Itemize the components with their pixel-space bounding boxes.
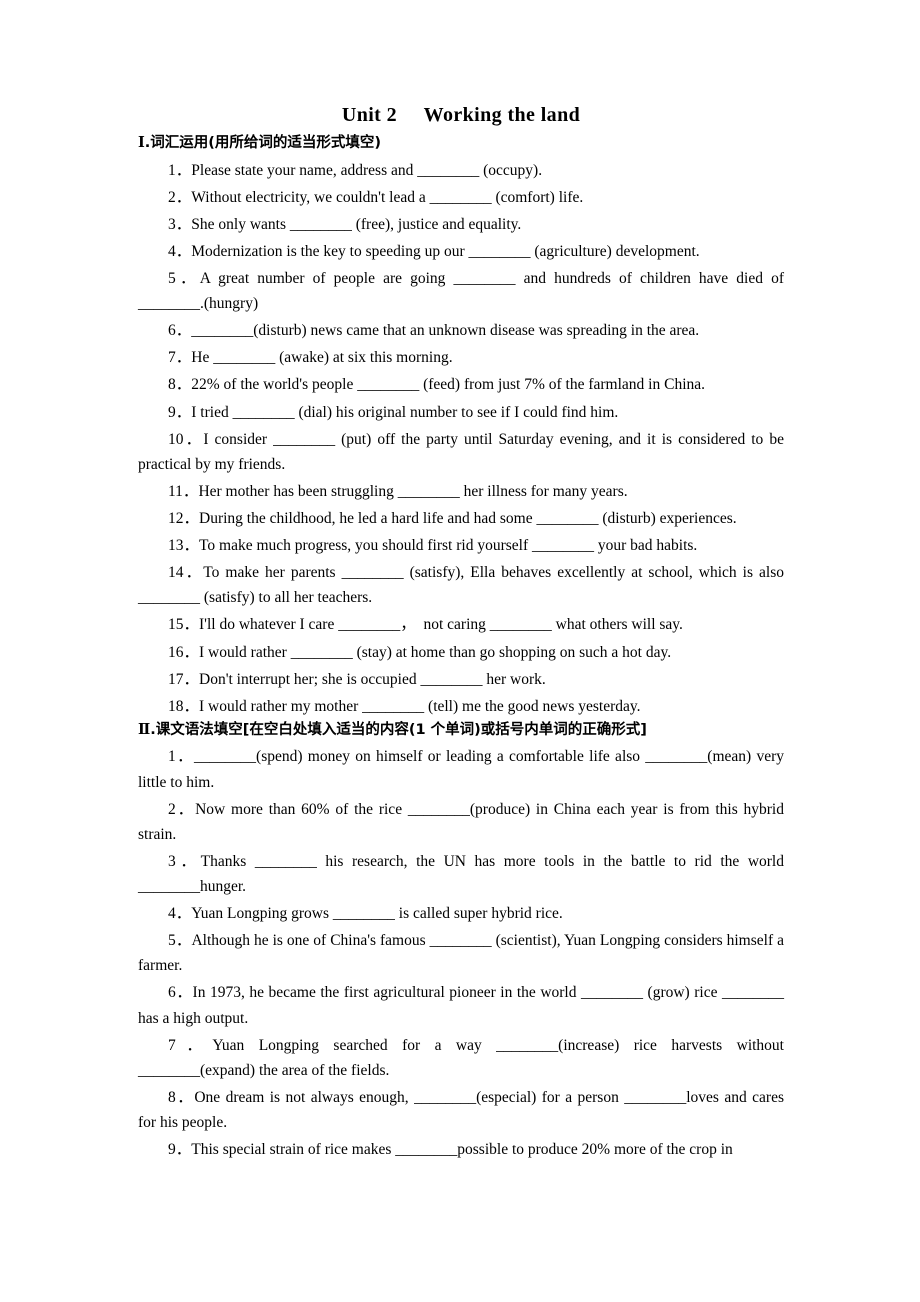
question-item: 7．Yuan Longping searched for a way _____…: [138, 1033, 784, 1083]
question-text: Don't interrupt her; she is occupied ___…: [199, 670, 546, 688]
question-item: 3．Thanks ________ his research, the UN h…: [138, 849, 784, 899]
grammar-question-list: 1．________(spend) money on himself or le…: [138, 744, 784, 1162]
question-item: 9．I tried ________ (dial) his original n…: [138, 400, 784, 425]
question-item: 5．Although he is one of China's famous _…: [138, 928, 784, 978]
question-text: ________(disturb) news came that an unkn…: [191, 322, 700, 340]
question-item: 18．I would rather my mother ________ (te…: [138, 694, 784, 719]
question-item: 16．I would rather ________ (stay) at hom…: [138, 640, 784, 665]
question-text: ________(spend) money on himself or lead…: [138, 748, 788, 791]
question-item: 1．________(spend) money on himself or le…: [138, 744, 784, 794]
question-item: 12．During the childhood, he led a hard l…: [138, 506, 784, 531]
question-item: 13．To make much progress, you should fir…: [138, 533, 784, 558]
question-text: Now more than 60% of the rice ________(p…: [138, 800, 788, 843]
question-number: 12．: [168, 509, 200, 527]
section-heading-grammar: Ⅱ.课文语法填空[在空白处填入适当的内容(1 个单词)或括号内单词的正确形式]: [138, 721, 784, 741]
question-text: During the childhood, he led a hard life…: [199, 509, 737, 527]
question-number: 4．: [168, 905, 192, 923]
section-heading-label-two: .课文语法填空[在空白处填入适当的内容(1 个单词)或括号内单词的正确形式]: [150, 721, 647, 738]
question-text: I consider ________ (put) off the party …: [138, 430, 788, 473]
document-content: Unit 2 Working the land Ⅰ.词汇运用(用所给词的适当形式…: [138, 104, 784, 1164]
question-number: 16．: [168, 643, 200, 661]
question-item: 17．Don't interrupt her; she is occupied …: [138, 667, 784, 692]
question-text: Her mother has been struggling ________ …: [198, 482, 628, 500]
question-text: She only wants ________ (free), justice …: [191, 215, 522, 233]
question-number: 2．: [168, 800, 196, 818]
question-number: 15．: [168, 616, 200, 634]
question-text: A great number of people are going _____…: [138, 270, 788, 313]
question-number: 2．: [168, 188, 192, 206]
question-item: 15．I'll do whatever I care ________， not…: [138, 612, 784, 637]
question-number: 8．: [168, 376, 192, 394]
question-item: 14．To make her parents ________ (satisfy…: [138, 560, 784, 610]
question-number: 7．: [168, 1036, 213, 1054]
question-text: One dream is not always enough, ________…: [138, 1088, 788, 1131]
section-heading-vocabulary: Ⅰ.词汇运用(用所给词的适当形式填空): [138, 134, 784, 154]
question-item: 4．Yuan Longping grows ________ is called…: [138, 901, 784, 926]
question-item: 4．Modernization is the key to speeding u…: [138, 239, 784, 264]
question-text: I tried ________ (dial) his original num…: [191, 403, 619, 421]
question-number: 1．: [168, 748, 195, 766]
question-number: 17．: [168, 670, 200, 688]
question-number: 8．: [168, 1088, 195, 1106]
vocabulary-question-list: 1．Please state your name, address and __…: [138, 158, 784, 719]
question-item: 2．Without electricity, we couldn't lead …: [138, 185, 784, 210]
question-item: 6．________(disturb) news came that an un…: [138, 318, 784, 343]
page-title: Unit 2 Working the land: [341, 104, 581, 126]
question-number: 10．: [168, 430, 204, 448]
question-text: Please state your name, address and ____…: [191, 161, 543, 179]
question-number: 18．: [168, 697, 200, 715]
section-numeral-two: Ⅱ: [138, 721, 151, 738]
section-heading-label-one: .词汇运用(用所给词的适当形式填空): [144, 135, 382, 151]
question-number: 1．: [168, 161, 192, 179]
question-item: 3．She only wants ________ (free), justic…: [138, 212, 784, 237]
question-text: To make much progress, you should first …: [199, 537, 698, 555]
question-item: 7．He ________ (awake) at six this mornin…: [138, 345, 784, 370]
question-text: In 1973, he became the first agricultura…: [138, 984, 788, 1027]
question-item: 11．Her mother has been struggling ______…: [138, 479, 784, 504]
question-item: 8．22% of the world's people ________ (fe…: [138, 372, 784, 397]
question-number: 4．: [168, 242, 192, 260]
question-text: Modernization is the key to speeding up …: [191, 242, 700, 260]
question-item: 5．A great number of people are going ___…: [138, 266, 784, 316]
question-text: This special strain of rice makes ______…: [191, 1141, 733, 1159]
question-text: Yuan Longping grows ________ is called s…: [191, 905, 563, 923]
question-number: 9．: [168, 403, 192, 421]
question-item: 10．I consider ________ (put) off the par…: [138, 427, 784, 477]
question-number: 9．: [168, 1141, 192, 1159]
question-number: 3．: [168, 215, 192, 233]
question-number: 7．: [168, 349, 192, 367]
question-text: Although he is one of China's famous ___…: [138, 932, 788, 975]
question-item: 1．Please state your name, address and __…: [138, 158, 784, 183]
question-text: I would rather my mother ________ (tell)…: [199, 697, 641, 715]
question-number: 14．: [168, 564, 204, 582]
question-number: 5．: [168, 270, 200, 287]
worksheet-page: Unit 2 Working the land Ⅰ.词汇运用(用所给词的适当形式…: [0, 0, 920, 1302]
question-text: 22% of the world's people ________ (feed…: [191, 376, 706, 394]
question-item: 6．In 1973, he became the first agricultu…: [138, 980, 784, 1030]
question-number: 6．: [168, 984, 193, 1002]
question-item: 2．Now more than 60% of the rice ________…: [138, 797, 784, 847]
question-number: 6．: [168, 322, 192, 340]
question-text: Without electricity, we couldn't lead a …: [191, 188, 584, 206]
section-numeral-one: Ⅰ: [138, 135, 145, 151]
question-number: 13．: [168, 537, 200, 555]
question-text: He ________ (awake) at six this morning.: [191, 349, 453, 367]
question-item: 9．This special strain of rice makes ____…: [138, 1137, 784, 1162]
question-text: Thanks ________ his research, the UN has…: [138, 852, 788, 895]
question-text: To make her parents ________ (satisfy), …: [138, 564, 788, 607]
question-text: I would rather ________ (stay) at home t…: [199, 643, 672, 661]
question-item: 8．One dream is not always enough, ______…: [138, 1085, 784, 1135]
question-text: Yuan Longping searched for a way _______…: [138, 1036, 788, 1079]
question-text: I'll do whatever I care ________， not ca…: [199, 616, 683, 634]
question-number: 3．: [168, 852, 201, 870]
question-number: 5．: [168, 932, 192, 950]
question-number: 11．: [168, 482, 199, 500]
